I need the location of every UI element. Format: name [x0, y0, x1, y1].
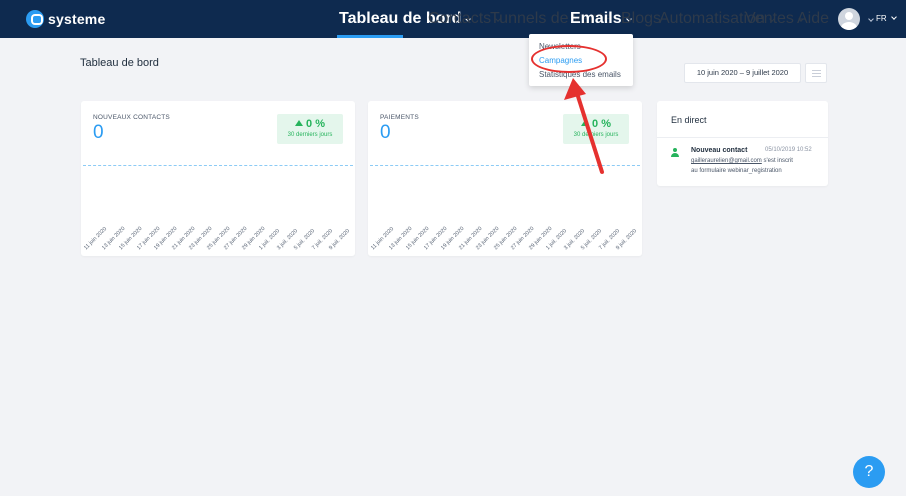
nav-label: Contacts	[428, 10, 492, 27]
calendar-options-button[interactable]	[805, 63, 827, 83]
menu-line-icon	[812, 76, 821, 77]
contact-email-link[interactable]: gailleraurelien@gmail.com	[691, 158, 762, 164]
nav-label: Aide	[797, 10, 830, 27]
user-icon	[671, 148, 679, 158]
nav-label: Blogs	[621, 10, 662, 27]
divider	[657, 137, 828, 138]
card-label: NOUVEAUX CONTACTS	[93, 114, 170, 121]
event-description: gailleraurelien@gmail.com s'est inscrit	[691, 158, 793, 164]
annotation-arrow-icon	[564, 78, 604, 174]
logo[interactable]: systeme	[26, 9, 105, 29]
chevron-down-icon	[890, 14, 897, 20]
card-value: 0	[380, 122, 391, 143]
chart-zero-line	[83, 165, 353, 166]
top-navigation-bar: systeme Tableau de bord Contacts Tunnels…	[0, 0, 906, 38]
nav-blogs[interactable]: Blogs	[621, 0, 661, 38]
nav-label: Emails	[570, 10, 622, 27]
nav-ventes[interactable]: Ventes	[745, 0, 804, 38]
card-value: 0	[93, 122, 104, 143]
new-contacts-card: NOUVEAUX CONTACTS 0 0 % 30 derniers jour…	[81, 101, 355, 256]
menu-line-icon	[812, 70, 821, 71]
nav-label: Ventes	[745, 10, 794, 27]
logo-text: systeme	[48, 11, 106, 27]
date-range-picker[interactable]: 10 juin 2020 – 9 juillet 2020	[684, 63, 801, 83]
language-selector[interactable]: FR	[876, 0, 897, 38]
event-text: s'est inscrit	[761, 158, 793, 164]
live-feed-title: En direct	[671, 115, 707, 125]
trend-period: 30 derniers jours	[287, 132, 333, 138]
chevron-down-icon[interactable]	[868, 16, 874, 22]
event-timestamp: 05/10/2019 10:52	[765, 147, 812, 153]
live-feed-card: En direct Nouveau contact 05/10/2019 10:…	[657, 101, 828, 186]
event-text-form: au formulaire webinar_registration	[691, 168, 782, 174]
page-title: Tableau de bord	[80, 57, 159, 69]
systeme-logo-icon	[26, 10, 44, 28]
nav-aide[interactable]: Aide	[797, 0, 829, 38]
trend-percent: 0 %	[277, 118, 343, 130]
user-avatar-icon[interactable]	[838, 8, 860, 30]
card-label: PAIEMENTS	[380, 114, 419, 121]
event-title: Nouveau contact	[691, 147, 748, 154]
active-tab-indicator	[337, 35, 403, 38]
help-button[interactable]: ?	[853, 456, 885, 488]
language-label: FR	[876, 14, 887, 23]
menu-line-icon	[812, 73, 821, 74]
trend-badge: 0 % 30 derniers jours	[277, 114, 343, 144]
annotation-highlight-circle	[531, 45, 607, 73]
